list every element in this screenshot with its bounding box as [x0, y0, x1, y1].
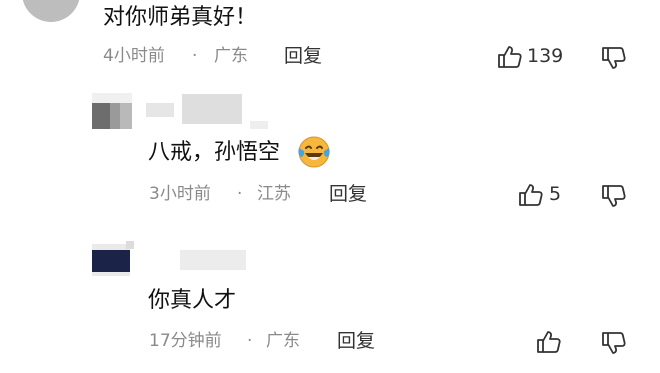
comment-text: 你真人才: [148, 288, 237, 313]
username-blurred: [146, 103, 174, 117]
comment-time: 4小时前: [103, 46, 165, 66]
comment-time: 3小时前: [149, 184, 211, 204]
username-blurred: [250, 121, 268, 129]
reply-button[interactable]: 回复: [337, 332, 375, 351]
comment-location: 江苏: [257, 184, 291, 204]
comment-text: 八戒，孙悟空: [148, 140, 281, 165]
comment-location: 广东: [214, 46, 248, 66]
thumbs-down-icon[interactable]: [601, 184, 627, 208]
comment-time: 17分钟前: [149, 331, 222, 351]
username-blurred: [126, 241, 134, 249]
comment-text: 对你师弟真好！: [103, 5, 258, 30]
reply-button[interactable]: 回复: [329, 185, 367, 204]
reply-button[interactable]: 回复: [284, 47, 322, 66]
laughing-tears-emoji: [296, 134, 332, 170]
thumbs-up-icon[interactable]: [497, 45, 523, 69]
meta-separator: ·: [247, 331, 253, 351]
thumbs-down-icon[interactable]: [601, 331, 627, 355]
username-blurred: [182, 94, 242, 124]
thumbs-down-icon[interactable]: [601, 46, 627, 70]
avatar[interactable]: [92, 93, 132, 129]
like-count: 5: [549, 183, 562, 205]
meta-separator: ·: [192, 46, 198, 66]
username-blurred: [180, 250, 246, 270]
meta-separator: ·: [237, 184, 243, 204]
thumbs-up-icon[interactable]: [536, 330, 562, 354]
like-count: 139: [527, 45, 564, 67]
comment-location: 广东: [266, 331, 300, 351]
avatar[interactable]: [22, 0, 80, 22]
avatar[interactable]: [92, 244, 130, 276]
thumbs-up-icon[interactable]: [518, 183, 544, 207]
